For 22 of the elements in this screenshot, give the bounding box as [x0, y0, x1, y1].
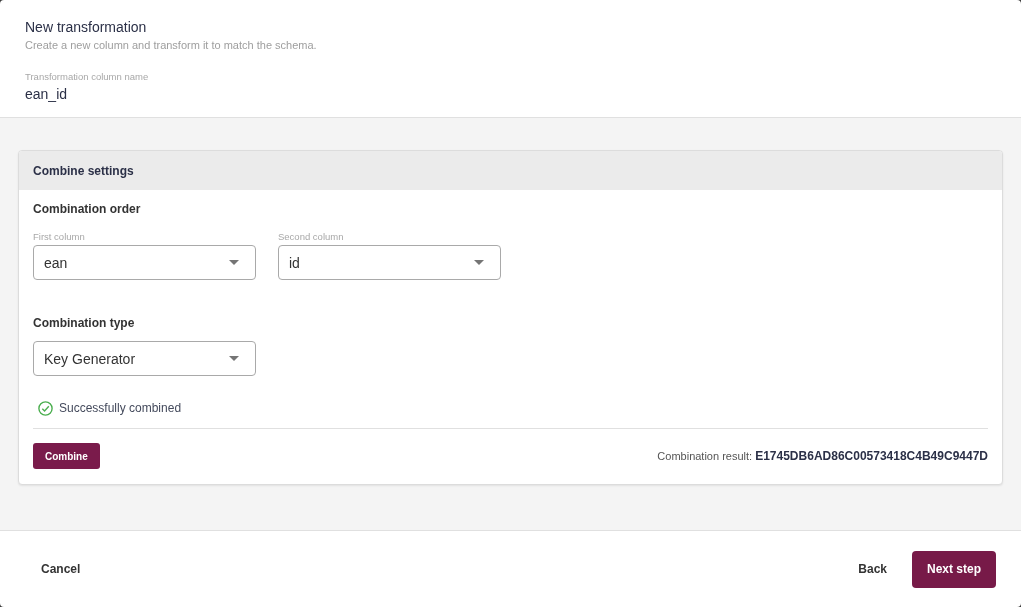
- column-name-value: ean_id: [25, 85, 68, 103]
- dialog-subtitle: Create a new column and transform it to match the schema.: [25, 38, 317, 52]
- status-message: Successfully combined: [59, 400, 182, 416]
- field-label: Transformation column name: [25, 71, 149, 83]
- caret-icon: [229, 260, 239, 265]
- back-button[interactable]: Back: [842, 554, 903, 584]
- section-heading: Combination order: [33, 201, 141, 217]
- card-title: Combine settings: [33, 163, 134, 178]
- dropdown-select[interactable]: Key Generator: [33, 341, 256, 376]
- dialog-title: New transformation: [25, 19, 147, 35]
- check-circle-icon: [38, 400, 53, 416]
- cancel-button[interactable]: Cancel: [25, 554, 97, 584]
- section-heading: Combination type: [33, 315, 135, 331]
- next-step-button[interactable]: Next step: [912, 550, 996, 588]
- caret-icon: [229, 356, 239, 361]
- dropdown-select[interactable]: id: [278, 245, 501, 280]
- combine-button[interactable]: Combine: [33, 443, 100, 469]
- field-label: Second column: [278, 231, 345, 243]
- combination-result: Combination result: E1745DB6AD86C00573418C4B49C9447D: [657, 449, 988, 463]
- caret-icon: [474, 260, 484, 265]
- dropdown-select[interactable]: ean: [33, 245, 256, 280]
- field-label: First column: [33, 231, 86, 243]
